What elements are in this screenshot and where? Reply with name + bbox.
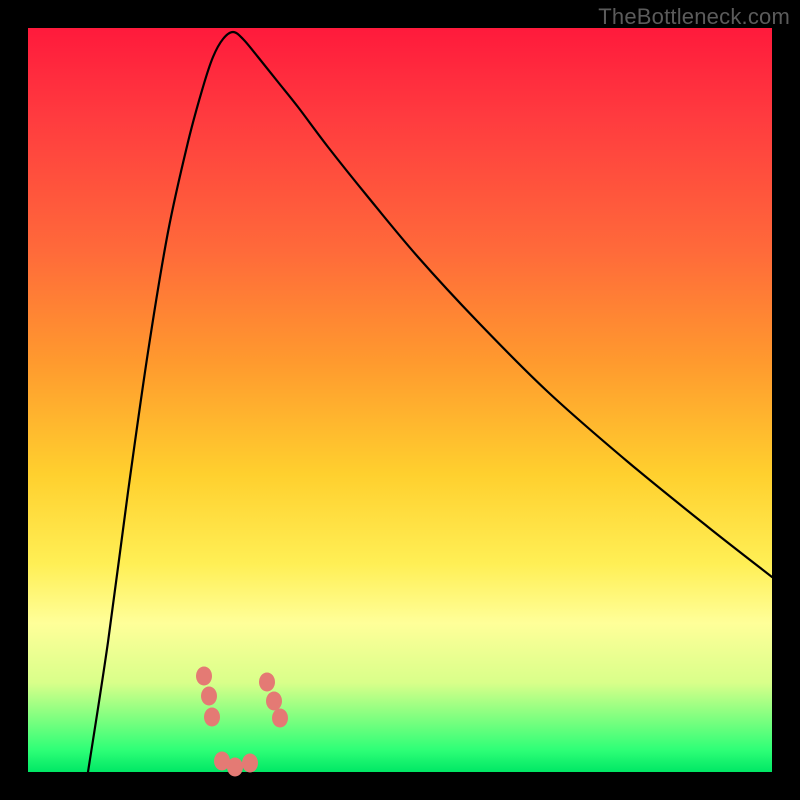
bottleneck-curve: [88, 32, 772, 772]
right-cluster-3: [272, 709, 288, 728]
left-cluster-1: [196, 667, 212, 686]
bottom-cluster-3: [242, 754, 258, 773]
plot-area: [28, 28, 772, 772]
curve-layer: [28, 28, 772, 772]
left-cluster-3: [204, 708, 220, 727]
marker-layer: [196, 667, 288, 777]
right-cluster-1: [259, 673, 275, 692]
chart-frame: TheBottleneck.com: [0, 0, 800, 800]
watermark-text: TheBottleneck.com: [598, 4, 790, 30]
right-cluster-2: [266, 692, 282, 711]
left-cluster-2: [201, 687, 217, 706]
bottom-cluster-2: [227, 758, 243, 777]
